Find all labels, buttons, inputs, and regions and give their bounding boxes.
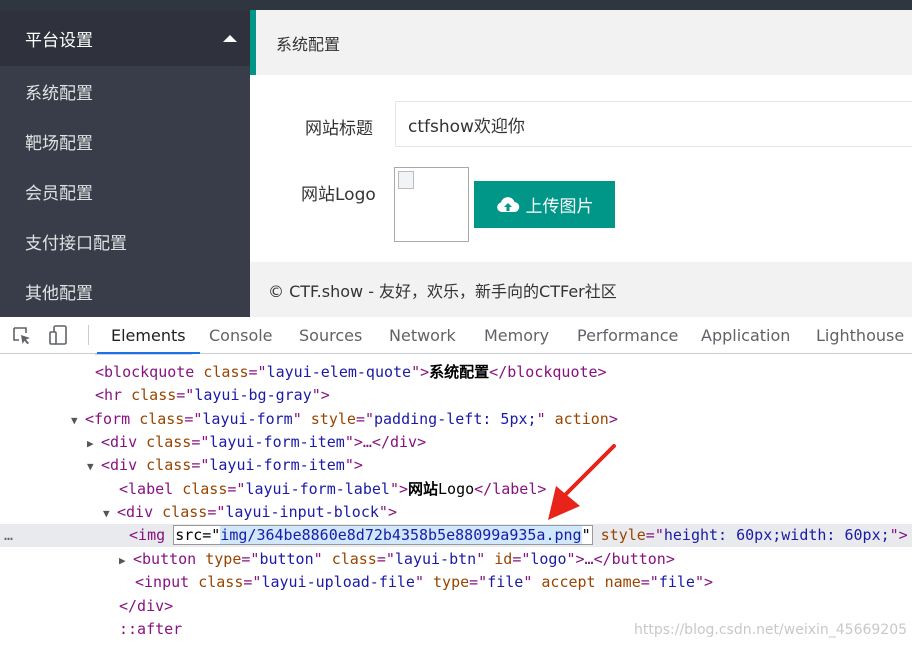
sidebar-item-payment-config[interactable]: 支付接口配置 <box>0 216 250 266</box>
dom-node-label[interactable]: <label class="layui-form-label">网站Logo</… <box>0 478 912 501</box>
collapse-triangle-icon[interactable]: ▼ <box>103 502 117 525</box>
dom-node-hr[interactable]: <hr class="layui-bg-gray"> <box>0 384 912 407</box>
devtools-panel: Elements Console Sources Network Memory … <box>0 317 912 649</box>
tab-application[interactable]: Application <box>701 317 790 353</box>
more-options-icon[interactable]: … <box>4 526 13 544</box>
dom-node-input-file[interactable]: <input class="layui-upload-file" type="f… <box>0 571 912 594</box>
caret-up-icon <box>223 35 237 42</box>
tab-lighthouse[interactable]: Lighthouse <box>816 317 904 353</box>
dom-node-div-form-item[interactable]: ▼ <div class="layui-form-item"> <box>0 454 912 477</box>
tab-memory[interactable]: Memory <box>484 317 549 353</box>
tab-console[interactable]: Console <box>209 317 273 353</box>
expand-triangle-icon[interactable]: ▶ <box>87 432 101 455</box>
dom-node-button[interactable]: ▶ <button type="button" class="layui-btn"… <box>0 548 912 571</box>
collapse-triangle-icon[interactable]: ▼ <box>71 409 85 432</box>
page-title: 系统配置 <box>250 10 912 75</box>
tab-performance[interactable]: Performance <box>577 317 678 353</box>
footer-copyright: © CTF.show - 友好，欢乐，新手向的CTFer社区 <box>250 262 912 317</box>
logo-image <box>394 167 469 242</box>
cloud-upload-icon <box>496 196 519 212</box>
broken-image-icon <box>398 171 414 189</box>
sidebar-group-label: 平台设置 <box>25 30 93 51</box>
expand-triangle-icon[interactable]: ▶ <box>119 549 133 572</box>
devtools-tab-bar: Elements Console Sources Network Memory … <box>0 317 912 354</box>
dom-node-blockquote[interactable]: <blockquote class="layui-elem-quote">系统配… <box>0 361 912 384</box>
sidebar-item-member-config[interactable]: 会员配置 <box>0 166 250 216</box>
dom-node-div-close[interactable]: </div> <box>0 595 912 618</box>
site-title-label: 网站标题 <box>305 119 373 139</box>
red-arrow-annotation <box>548 444 616 520</box>
tab-sources[interactable]: Sources <box>299 317 362 353</box>
dom-node-div-form-item-collapsed[interactable]: ▶ <div class="layui-form-item">…</div> <box>0 431 912 454</box>
dom-node-form[interactable]: ▼ <form class="layui-form" style="padding… <box>0 408 912 431</box>
device-toolbar-icon[interactable] <box>48 324 70 346</box>
site-logo-label: 网站Logo <box>301 185 376 205</box>
tab-network[interactable]: Network <box>389 317 456 353</box>
toolbar-divider <box>88 325 89 345</box>
upload-image-button[interactable]: 上传图片 <box>474 181 615 228</box>
sidebar-item-range-config[interactable]: 靶场配置 <box>0 116 250 166</box>
sidebar-group-platform-settings[interactable]: 平台设置 <box>0 10 250 66</box>
sidebar: 平台设置 系统配置 靶场配置 会员配置 支付接口配置 其他配置 <box>0 10 250 317</box>
sidebar-item-system-config[interactable]: 系统配置 <box>0 66 250 116</box>
dom-node-div-input-block[interactable]: ▼ <div class="layui-input-block"> <box>0 501 912 524</box>
watermark-text: https://blog.csdn.net/weixin_45669205 <box>634 622 908 638</box>
tab-elements[interactable]: Elements <box>97 317 200 354</box>
main-content: 系统配置 网站标题 ctfshow欢迎你 网站Logo 上传图片 © CTF.s… <box>250 10 912 317</box>
dom-node-img-selected[interactable]: … <img src="img/364be8860e8d72b4358b5e880… <box>0 524 912 547</box>
top-bar <box>0 0 912 10</box>
inspect-element-icon[interactable] <box>12 326 32 346</box>
dom-tree-scroll-edge <box>95 354 192 357</box>
site-title-input[interactable]: ctfshow欢迎你 <box>395 101 912 147</box>
collapse-triangle-icon[interactable]: ▼ <box>87 455 101 478</box>
sidebar-item-other-config[interactable]: 其他配置 <box>0 266 250 316</box>
